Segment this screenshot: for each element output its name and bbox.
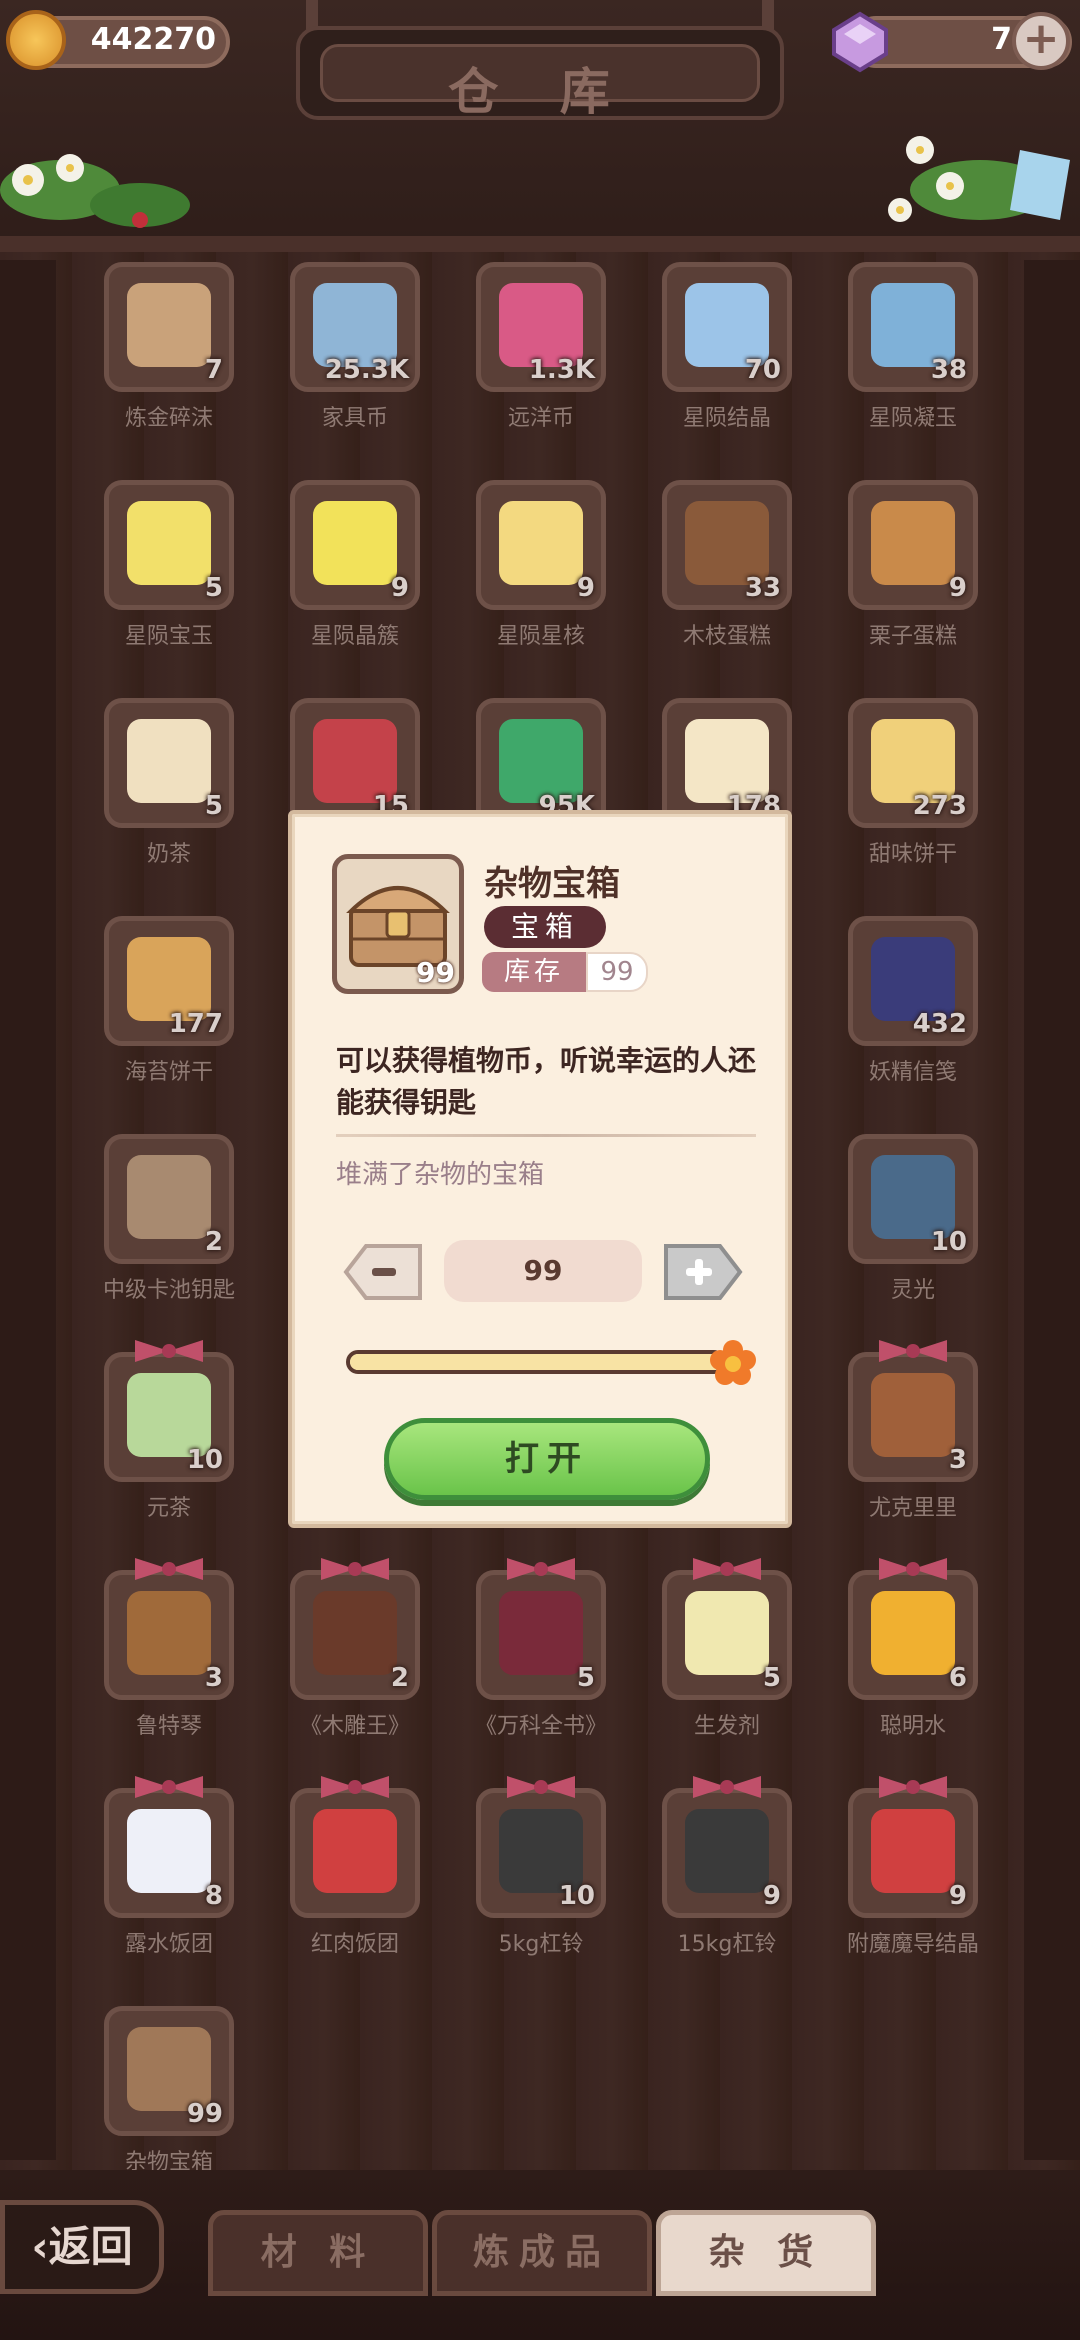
popup-thumb-count: 99	[416, 956, 455, 989]
back-label: 返回	[48, 2222, 133, 2271]
quantity-field[interactable]: 99	[444, 1240, 642, 1302]
popup-item-thumbnail: 99	[332, 854, 464, 994]
item-detail-popup: 99 杂物宝箱 宝箱 库存 99 可以获得植物币，听说幸运的人还能获得钥匙 堆满…	[288, 810, 792, 1528]
slider-fill	[350, 1354, 722, 1370]
increase-quantity-button[interactable]	[662, 1242, 744, 1302]
open-chest-button[interactable]: 打开	[384, 1418, 710, 1500]
popup-item-name: 杂物宝箱	[484, 864, 620, 904]
decrease-quantity-button[interactable]	[342, 1242, 424, 1302]
item-flavor-text: 堆满了杂物的宝箱	[336, 1160, 545, 1190]
stock-value: 99	[586, 952, 648, 992]
slider-handle-flower-icon[interactable]	[708, 1338, 758, 1388]
item-type-badge: 宝箱	[484, 906, 606, 948]
item-description: 可以获得植物币，听说幸运的人还能获得钥匙	[336, 1044, 757, 1119]
quantity-slider[interactable]	[346, 1350, 726, 1374]
tab-misc[interactable]: 杂 货	[656, 2210, 876, 2296]
chevron-left-icon: ‹	[31, 2222, 49, 2271]
tab-products[interactable]: 炼成品	[432, 2210, 652, 2296]
back-button[interactable]: ‹返回	[0, 2200, 164, 2294]
popup-divider	[336, 1134, 756, 1137]
tab-materials[interactable]: 材 料	[208, 2210, 428, 2296]
stock-label: 库存	[482, 952, 586, 992]
